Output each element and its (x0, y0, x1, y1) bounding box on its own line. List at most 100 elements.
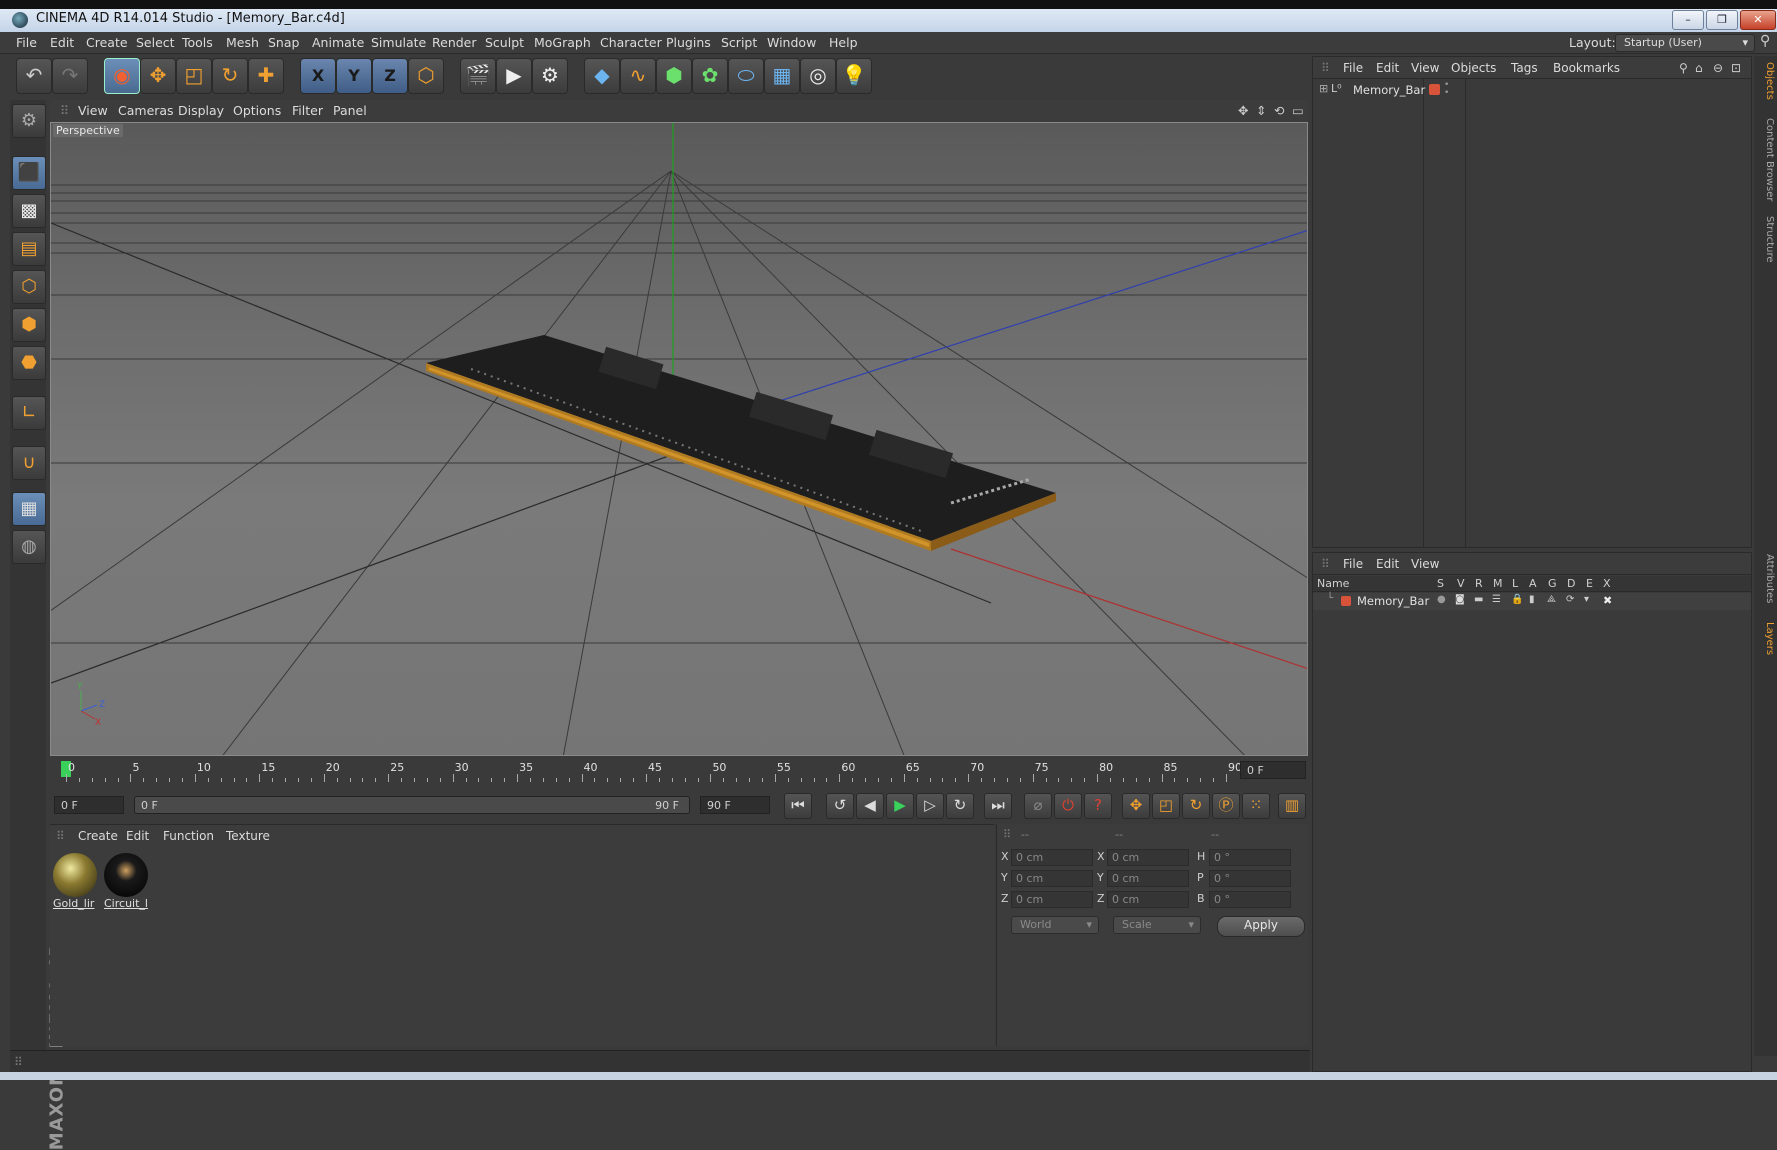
pos-x-field[interactable]: 0 cm (1011, 849, 1093, 866)
floor-icon[interactable]: ▦ (764, 58, 800, 94)
objects-menu-view[interactable]: View (1411, 61, 1439, 75)
tab-content-browser[interactable]: Content Browser (1756, 118, 1775, 201)
layer-color-tag[interactable] (1429, 84, 1440, 95)
make-editable-icon[interactable]: ⚙ (12, 104, 46, 138)
snap-magnet-icon[interactable]: ∪ (12, 446, 46, 480)
coordinate-system-dropdown[interactable]: World ▾ (1011, 916, 1099, 934)
minimize-button[interactable]: – (1672, 10, 1704, 30)
viewport-menu-filter[interactable]: Filter (292, 103, 323, 118)
objects-menu-bookmarks[interactable]: Bookmarks (1553, 61, 1620, 75)
generator-toggle-icon[interactable]: ⟁ (1547, 594, 1556, 605)
scale-icon[interactable]: ◰ (176, 58, 212, 94)
collapse-icon[interactable]: ⊖ (1713, 61, 1723, 75)
previous-key-icon[interactable]: ↺ (826, 793, 854, 819)
menu-help[interactable]: Help (829, 35, 858, 50)
menu-sculpt[interactable]: Sculpt (485, 35, 524, 50)
search-icon[interactable]: ⚲ (1679, 61, 1688, 75)
render-view-icon[interactable]: 🎬 (460, 58, 496, 94)
viewport-menu-panel[interactable]: Panel (333, 103, 367, 118)
menu-window[interactable]: Window (767, 35, 816, 50)
viewport-rotate-icon[interactable]: ⟲ (1274, 103, 1284, 118)
menu-edit[interactable]: Edit (50, 35, 74, 50)
viewport-maximize-icon[interactable]: ▭ (1292, 103, 1304, 118)
menu-mograph[interactable]: MoGraph (534, 35, 591, 50)
play-icon[interactable]: ▶ (886, 793, 914, 819)
viewport-menu-view[interactable]: View (78, 103, 108, 118)
end-frame-field[interactable]: 90 F (700, 796, 770, 814)
point-level-animation-icon[interactable]: ⁙ (1242, 793, 1270, 819)
material-swatch[interactable]: Circuit_l (104, 853, 150, 913)
deformer-toggle-icon[interactable]: ⟳ (1566, 594, 1574, 605)
new-window-icon[interactable]: ⊡ (1731, 61, 1741, 75)
layers-menu-edit[interactable]: Edit (1376, 557, 1399, 571)
planar-workplane-icon[interactable]: ◍ (12, 530, 46, 564)
frame-range-slider[interactable]: 0 F 90 F (134, 796, 690, 814)
previous-frame-icon[interactable]: ◀ (856, 793, 884, 819)
edges-mode-icon[interactable]: ⬢ (12, 308, 46, 342)
spline-pen-icon[interactable]: ∿ (620, 58, 656, 94)
menu-animate[interactable]: Animate (312, 35, 364, 50)
move-icon[interactable]: ✥ (140, 58, 176, 94)
search-icon[interactable]: ⚲ (1760, 33, 1770, 49)
viewport-menu-display[interactable]: Display (178, 103, 224, 118)
rot-h-field[interactable]: 0 ° (1209, 849, 1291, 866)
size-z-field[interactable]: 0 cm (1107, 891, 1189, 908)
y-axis-icon[interactable]: Y (336, 58, 372, 94)
viewport-menu-options[interactable]: Options (233, 103, 281, 118)
viewport-menu-cameras[interactable]: Cameras (118, 103, 174, 118)
objects-menu-objects[interactable]: Objects (1451, 61, 1496, 75)
solo-toggle-icon[interactable]: ● (1437, 594, 1446, 605)
menu-character[interactable]: Character (600, 35, 662, 50)
manager-toggle-icon[interactable]: ☰ (1492, 594, 1501, 605)
polygons-mode-icon[interactable]: ⬣ (12, 346, 46, 380)
parameter-key-icon[interactable]: Ⓟ (1212, 793, 1240, 819)
cloner-icon[interactable]: ✿ (692, 58, 728, 94)
menu-select[interactable]: Select (136, 35, 175, 50)
z-axis-icon[interactable]: Z (372, 58, 408, 94)
expression-toggle-icon[interactable]: ▾ (1584, 594, 1589, 605)
next-frame-icon[interactable]: ▷ (916, 793, 944, 819)
perspective-viewport[interactable]: Y Z X Perspective (50, 122, 1308, 756)
menu-create[interactable]: Create (86, 35, 128, 50)
go-to-end-icon[interactable]: ⏭ (984, 793, 1012, 819)
material-menu-function[interactable]: Function (163, 829, 214, 843)
layout-dropdown[interactable]: Startup (User) ▾ (1615, 34, 1755, 52)
close-button[interactable]: ✕ (1740, 10, 1776, 30)
record-active-objects-icon[interactable]: ⌀ (1024, 793, 1052, 819)
objects-menu-file[interactable]: File (1343, 61, 1363, 75)
model-mode-icon[interactable]: ⬛ (12, 156, 46, 190)
pos-z-field[interactable]: 0 cm (1011, 891, 1093, 908)
rotate-icon[interactable]: ↻ (212, 58, 248, 94)
undo-icon[interactable]: ↶ (16, 58, 52, 94)
viewport-move-icon[interactable]: ✥ (1238, 103, 1248, 118)
view-toggle-icon[interactable]: ◙ (1455, 594, 1465, 605)
menu-render[interactable]: Render (432, 35, 477, 50)
live-selection-icon[interactable]: ◉ (104, 58, 140, 94)
tab-structure[interactable]: Structure (1756, 216, 1775, 263)
start-frame-field[interactable]: 0 F (54, 796, 124, 814)
menu-mesh[interactable]: Mesh (226, 35, 259, 50)
keyframe-selection-icon[interactable]: ? (1084, 793, 1112, 819)
tab-attributes[interactable]: Attributes (1756, 554, 1775, 603)
menu-snap[interactable]: Snap (268, 35, 299, 50)
maximize-button[interactable]: ❐ (1706, 10, 1738, 30)
position-key-icon[interactable]: ✥ (1122, 793, 1150, 819)
menu-script[interactable]: Script (721, 35, 757, 50)
apply-button[interactable]: Apply (1217, 916, 1305, 937)
render-toggle-icon[interactable]: ▬ (1474, 594, 1483, 605)
menu-tools[interactable]: Tools (182, 35, 213, 50)
menu-file[interactable]: File (16, 35, 37, 50)
cube-icon[interactable]: ◆ (584, 58, 620, 94)
redo-icon[interactable]: ↷ (52, 58, 88, 94)
subdivision-surface-icon[interactable]: ⬢ (656, 58, 692, 94)
expand-icon[interactable]: ⊞ (1319, 82, 1328, 95)
next-key-icon[interactable]: ↻ (946, 793, 974, 819)
size-x-field[interactable]: 0 cm (1107, 849, 1189, 866)
rot-b-field[interactable]: 0 ° (1209, 891, 1291, 908)
menu-plugins[interactable]: Plugins (666, 35, 711, 50)
recent-tool-icon[interactable]: ✚ (248, 58, 284, 94)
light-icon[interactable]: 💡 (836, 58, 872, 94)
camera-icon[interactable]: ◎ (800, 58, 836, 94)
points-mode-icon[interactable]: ⬡ (12, 270, 46, 304)
edit-render-settings-icon[interactable]: ⚙ (532, 58, 568, 94)
